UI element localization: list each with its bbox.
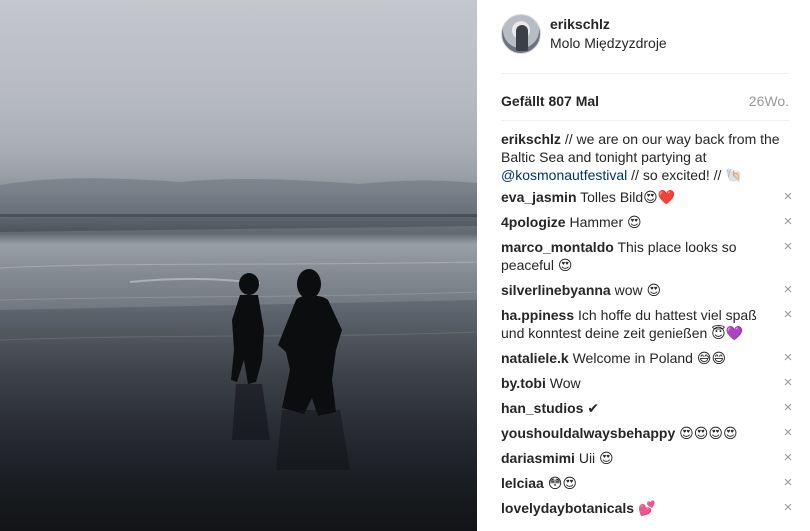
comments-list: erikschlz // we are on our way back from…: [501, 130, 792, 524]
comment-username[interactable]: dariasmimi: [501, 450, 575, 466]
remove-comment-icon[interactable]: ×: [781, 188, 795, 206]
comment-username[interactable]: ha.ppiness: [501, 307, 574, 323]
caption-text: // so excited! // 🐚: [627, 167, 743, 183]
post-location[interactable]: Molo Międzyzdroje: [550, 35, 667, 51]
post-photo[interactable]: [0, 0, 477, 531]
comment-username[interactable]: lelciaa: [501, 475, 544, 491]
comment-item: ha.ppiness Ich hoffe du hattest viel spa…: [501, 306, 792, 342]
comment-text: 💕: [634, 500, 656, 516]
comment-text: Welcome in Poland 😅😄: [568, 350, 727, 366]
comment-item: marco_montaldo This place looks so peace…: [501, 238, 792, 274]
comment-item: by.tobi Wow ×: [501, 374, 792, 392]
remove-comment-icon[interactable]: ×: [781, 349, 795, 367]
remove-comment-icon[interactable]: ×: [781, 499, 795, 517]
comment-username[interactable]: youshouldalwaysbehappy: [501, 425, 675, 441]
comment-username[interactable]: 4pologize: [501, 214, 566, 230]
post-header: erikschlz Molo Międzyzdroje: [501, 14, 791, 56]
remove-comment-icon[interactable]: ×: [781, 424, 795, 442]
comment-username[interactable]: eva_jasmin: [501, 189, 577, 205]
remove-comment-icon[interactable]: ×: [781, 449, 795, 467]
avatar[interactable]: [501, 14, 541, 54]
comment-item: silverlinebyanna wow 😍 ×: [501, 281, 792, 299]
comment-username[interactable]: han_studios: [501, 400, 583, 416]
comment-item: lelciaa 😳😍 ×: [501, 474, 792, 492]
post-details-panel: erikschlz Molo Międzyzdroje Gefällt 807 …: [477, 0, 810, 531]
comment-username[interactable]: silverlinebyanna: [501, 282, 611, 298]
comment-item: han_studios ✔ ×: [501, 399, 792, 417]
remove-comment-icon[interactable]: ×: [781, 238, 795, 256]
post-username[interactable]: erikschlz: [550, 16, 610, 32]
remove-comment-icon[interactable]: ×: [781, 306, 795, 324]
remove-comment-icon[interactable]: ×: [781, 374, 795, 392]
comment-text: Tolles Bild😍❤️: [576, 189, 676, 205]
comment-item: nataliele.k Welcome in Poland 😅😄 ×: [501, 349, 792, 367]
comment-text: Hammer 😍: [565, 214, 642, 230]
comment-text: wow 😍: [610, 282, 662, 298]
remove-comment-icon[interactable]: ×: [781, 213, 795, 231]
comment-item: 4pologize Hammer 😍 ×: [501, 213, 792, 231]
comment-text: 😍😍😍😍: [675, 425, 738, 441]
comment-item: dariasmimi Uii 😍 ×: [501, 449, 792, 467]
post-caption: erikschlz // we are on our way back from…: [501, 130, 791, 184]
comment-text: ✔: [583, 400, 600, 416]
divider: [501, 120, 789, 121]
comment-username[interactable]: marco_montaldo: [501, 239, 614, 255]
remove-comment-icon[interactable]: ×: [781, 399, 795, 417]
beach-silhouette-image: [0, 178, 477, 470]
comment-text: Uii 😍: [574, 450, 614, 466]
caption-mention-link[interactable]: @kosmonautfestival: [501, 167, 627, 183]
comment-username[interactable]: by.tobi: [501, 375, 546, 391]
comment-text: Wow: [545, 375, 581, 391]
post-age[interactable]: 26Wo.: [749, 93, 789, 109]
comment-item: eva_jasmin Tolles Bild😍❤️ ×: [501, 188, 792, 206]
likes-count[interactable]: Gefällt 807 Mal: [501, 93, 599, 109]
comment-text: 😳😍: [543, 475, 577, 491]
remove-comment-icon[interactable]: ×: [781, 281, 795, 299]
caption-username[interactable]: erikschlz: [501, 131, 561, 147]
comment-username[interactable]: nataliele.k: [501, 350, 569, 366]
comment-item: youshouldalwaysbehappy 😍😍😍😍 ×: [501, 424, 792, 442]
remove-comment-icon[interactable]: ×: [781, 474, 795, 492]
divider: [501, 73, 789, 74]
comment-username[interactable]: lovelydaybotanicals: [501, 500, 634, 516]
comment-item: lovelydaybotanicals 💕 ×: [501, 499, 792, 517]
